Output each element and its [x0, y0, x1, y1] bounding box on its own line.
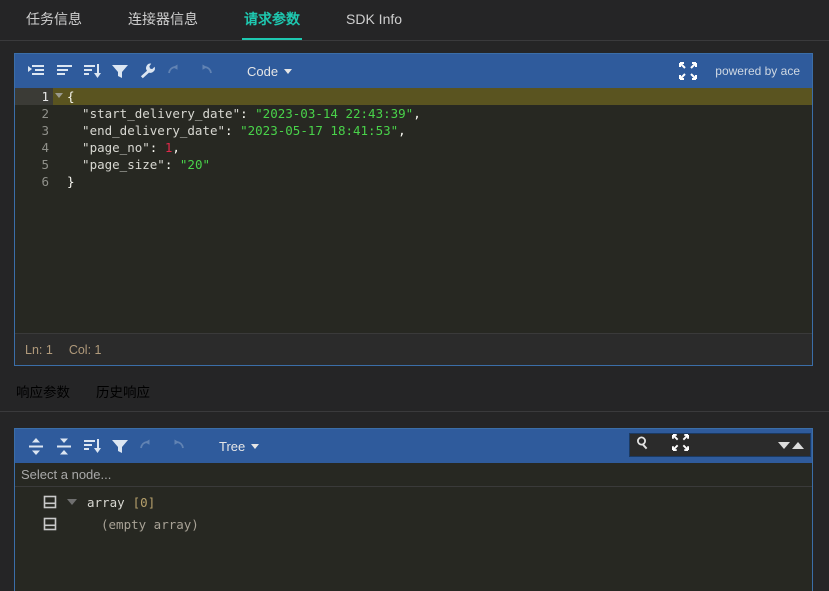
line-number: 4: [15, 139, 53, 156]
powered-by-label[interactable]: powered by ace: [715, 64, 800, 78]
tree-row[interactable]: array [0]: [15, 491, 812, 513]
code-line-text: "page_size": "20": [67, 157, 211, 172]
redo-icon: [191, 58, 217, 84]
undo-icon: [163, 58, 189, 84]
search-nav-arrows: [778, 441, 804, 449]
code-line[interactable]: 5 "page_size": "20": [15, 156, 812, 173]
sort-icon[interactable]: [79, 433, 105, 459]
expand-all-icon[interactable]: [23, 433, 49, 459]
tree-node-list[interactable]: array [0] (empty array): [15, 487, 812, 590]
tree-mode-dropdown[interactable]: Tree: [213, 437, 265, 456]
top-tab-bar: 任务信息 连接器信息 请求参数 SDK Info: [0, 0, 829, 41]
fold-caret-icon[interactable]: [55, 93, 63, 98]
compact-icon[interactable]: [51, 58, 77, 84]
code-line-text: }: [67, 174, 75, 189]
code-line-text: "page_no": 1,: [67, 140, 180, 155]
search-icon[interactable]: [636, 436, 650, 455]
collapse-all-icon[interactable]: [51, 433, 77, 459]
code-editor-text-area[interactable]: 1{2 "start_delivery_date": "2023-03-14 2…: [15, 88, 812, 333]
code-editor-toolbar: Code powered by ace: [15, 54, 812, 88]
code-line[interactable]: 3 "end_delivery_date": "2023-05-17 18:41…: [15, 122, 812, 139]
tree-empty-label: (empty array): [101, 516, 199, 532]
editor-mode-dropdown[interactable]: Code: [241, 62, 298, 81]
editor-mode-label: Code: [247, 63, 279, 79]
code-line-text: "end_delivery_date": "2023-05-17 18:41:5…: [67, 123, 406, 138]
tab-response-params[interactable]: 响应参数: [16, 378, 70, 411]
code-line[interactable]: 6}: [15, 173, 812, 190]
tree-row[interactable]: (empty array): [15, 513, 812, 535]
tree-collapse-caret-icon[interactable]: [67, 499, 77, 505]
tab-connector-info[interactable]: 连接器信息: [118, 0, 208, 40]
code-line[interactable]: 4 "page_no": 1,: [15, 139, 812, 156]
node-menu-icon[interactable]: [43, 495, 57, 509]
tree-node-label: array: [87, 494, 125, 510]
response-tab-bar: 响应参数 历史响应: [0, 378, 829, 412]
tree-search-box[interactable]: [629, 433, 811, 457]
tab-sdk-info[interactable]: SDK Info: [336, 0, 412, 40]
status-col: Col: 1: [68, 342, 102, 357]
page-root: 任务信息 连接器信息 请求参数 SDK Info Code powered by…: [0, 0, 829, 591]
request-params-code-editor: Code powered by ace 1{2 "start_delivery_…: [14, 53, 813, 366]
tree-node-count: [0]: [132, 494, 156, 510]
filter-icon[interactable]: [107, 433, 133, 459]
chevron-down-icon: [284, 68, 293, 74]
wrench-icon[interactable]: [135, 58, 161, 84]
format-icon[interactable]: [23, 58, 49, 84]
status-line: Ln: 1: [25, 342, 53, 357]
code-editor-toolbar-right: powered by ace: [675, 58, 804, 84]
tab-request-params[interactable]: 请求参数: [234, 0, 310, 40]
line-number: 5: [15, 156, 53, 173]
line-number: 1: [15, 88, 63, 105]
undo-icon: [135, 433, 161, 459]
code-line[interactable]: 2 "start_delivery_date": "2023-03-14 22:…: [15, 105, 812, 122]
tree-mode-label: Tree: [219, 438, 246, 454]
code-line[interactable]: 1{: [15, 88, 812, 105]
sort-icon[interactable]: [79, 58, 105, 84]
tab-task-info[interactable]: 任务信息: [16, 0, 92, 40]
redo-icon: [163, 433, 189, 459]
tab-history-response[interactable]: 历史响应: [96, 378, 150, 411]
code-line-text: "start_delivery_date": "2023-03-14 22:43…: [67, 106, 421, 121]
code-editor-statusbar: Ln: 1 Col: 1: [15, 333, 812, 365]
tree-editor-toolbar: Tree: [15, 429, 812, 463]
chevron-down-icon: [251, 443, 260, 449]
line-number: 6: [15, 173, 53, 190]
line-number: 3: [15, 122, 53, 139]
previous-result-icon[interactable]: [792, 441, 804, 449]
response-tree-editor: Tree Select a node... array [0] (empty a…: [14, 428, 813, 591]
expand-icon[interactable]: [672, 434, 689, 456]
tree-select-node-hint: Select a node...: [15, 463, 812, 487]
filter-icon[interactable]: [107, 58, 133, 84]
node-menu-icon[interactable]: [43, 517, 57, 531]
next-result-icon[interactable]: [778, 441, 790, 449]
line-number: 2: [15, 105, 53, 122]
expand-icon[interactable]: [675, 58, 701, 84]
